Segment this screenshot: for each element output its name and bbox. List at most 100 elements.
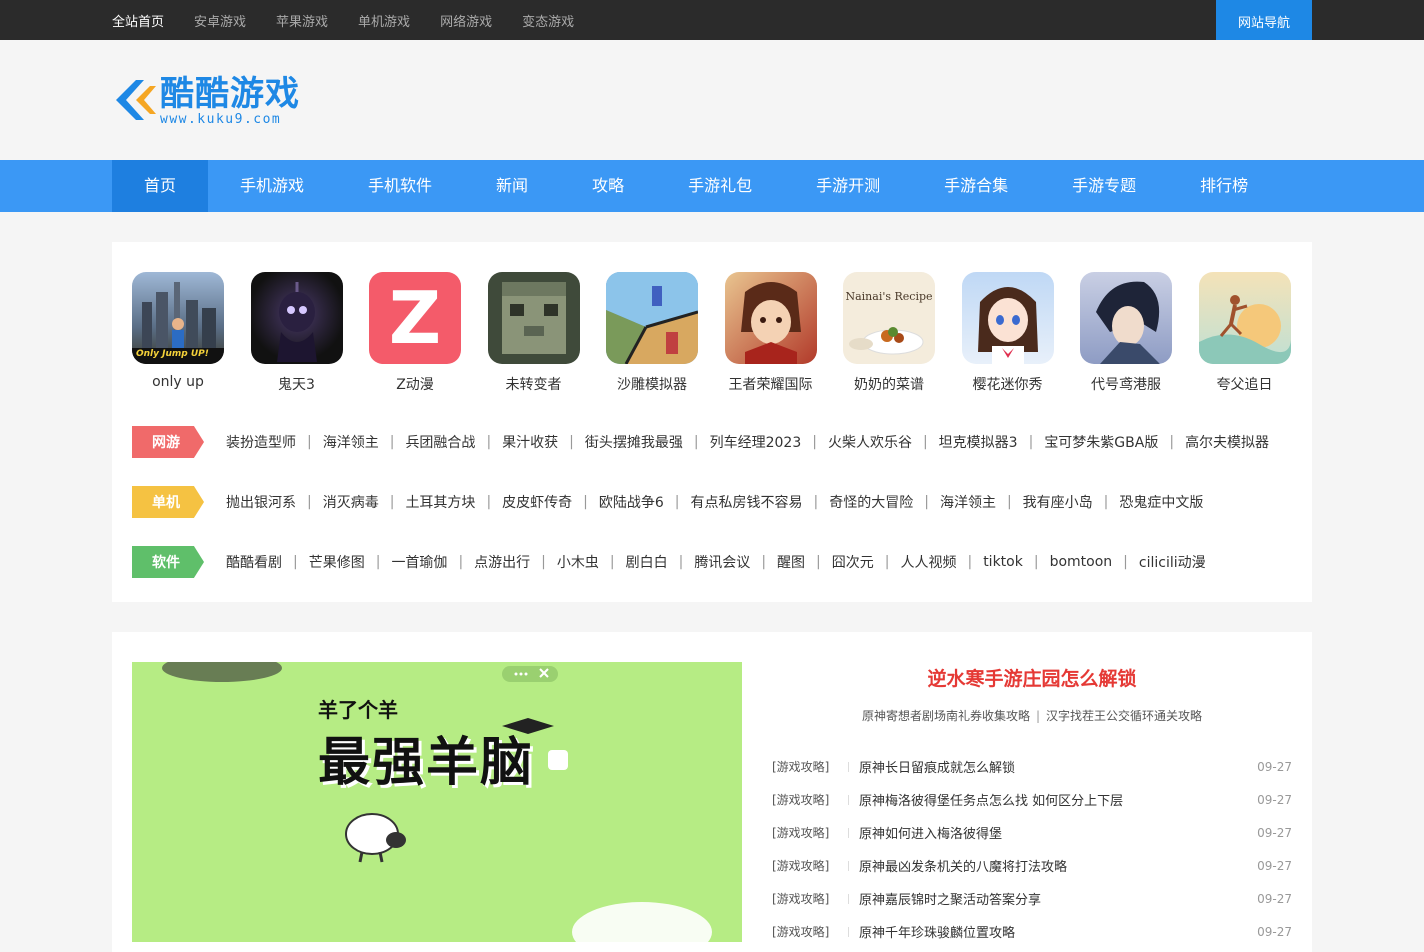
news-item[interactable]: [游戏攻略] 原神长日留痕成就怎么解锁 09-27 [772, 750, 1292, 783]
software-link[interactable]: 一首瑜伽 [391, 552, 447, 572]
top-link-home[interactable]: 全站首页 [112, 11, 164, 30]
app-item[interactable]: 王者荣耀国际 [724, 272, 844, 394]
game-link[interactable]: 果汁收获 [502, 432, 558, 452]
news-title[interactable]: 原神最凶发条机关的八魔将打法攻略 [859, 856, 1257, 875]
software-link-highlight[interactable]: tiktok [983, 554, 1023, 570]
news-item[interactable]: [游戏攻略] 原神嘉辰锦时之聚活动答案分享 09-27 [772, 882, 1292, 915]
app-item[interactable]: 樱花迷你秀 [961, 272, 1081, 394]
featured-apps-panel: Only Jump UP! only up 鬼天3 Z Z动漫 未转变者 沙雕模… [112, 242, 1312, 602]
news-category[interactable]: [游戏攻略] [772, 857, 842, 874]
software-link-highlight[interactable]: 小木虫 [557, 552, 599, 572]
only-up-icon: Only Jump UP! [132, 272, 224, 364]
software-link[interactable]: 点游出行 [474, 552, 530, 572]
news-item[interactable]: [游戏攻略] 原神最凶发条机关的八魔将打法攻略 09-27 [772, 849, 1292, 882]
news-headline[interactable]: 逆水寒手游庄园怎么解锁 [772, 664, 1292, 691]
game-link[interactable]: 欧陆战争6 [599, 492, 664, 512]
game-link-highlight[interactable]: 消灭病毒 [323, 492, 379, 512]
software-link-highlight[interactable]: 剧白白 [626, 552, 668, 572]
software-link[interactable]: 人人视频 [900, 552, 956, 572]
featured-banner[interactable]: 羊了个羊 最强羊脑 [132, 662, 742, 942]
nav-mobile-software[interactable]: 手机软件 [336, 160, 464, 212]
news-category[interactable]: [游戏攻略] [772, 824, 842, 841]
top-link-android[interactable]: 安卓游戏 [194, 11, 246, 30]
unturned-icon [487, 272, 580, 364]
game-link-highlight[interactable]: 宝可梦朱紫GBA版 [1044, 432, 1158, 452]
app-item[interactable]: 未转变者 [487, 272, 607, 394]
news-title[interactable]: 原神梅洛彼得堡任务点怎么找 如何区分上下层 [859, 790, 1257, 809]
software-link[interactable]: 醒图 [777, 552, 805, 572]
software-link[interactable]: 腾讯会议 [694, 552, 750, 572]
app-name: 代号鸢港服 [1091, 377, 1161, 393]
app-name: 奶奶的菜谱 [854, 377, 924, 393]
top-link-bt[interactable]: 变态游戏 [522, 11, 574, 30]
nav-beta[interactable]: 手游开测 [784, 160, 912, 212]
game-link[interactable]: 装扮造型师 [226, 432, 296, 452]
nav-collections[interactable]: 手游合集 [912, 160, 1040, 212]
news-title[interactable]: 原神嘉辰锦时之聚活动答案分享 [859, 889, 1257, 908]
nav-gifts[interactable]: 手游礼包 [656, 160, 784, 212]
news-item[interactable]: [游戏攻略] 原神千年珍珠骏麟位置攻略 09-27 [772, 915, 1292, 948]
nav-mobile-games[interactable]: 手机游戏 [208, 160, 336, 212]
top-link-single[interactable]: 单机游戏 [358, 11, 410, 30]
game-link[interactable]: 抛出银河系 [226, 492, 296, 512]
app-item[interactable]: 夸父追日 [1198, 272, 1318, 394]
game-link[interactable]: 兵团融合战 [405, 432, 475, 452]
game-link[interactable]: 皮皮虾传奇 [502, 492, 572, 512]
news-item[interactable]: [游戏攻略] 原神梅洛彼得堡任务点怎么找 如何区分上下层 09-27 [772, 783, 1292, 816]
news-title[interactable]: 原神长日留痕成就怎么解锁 [859, 757, 1257, 776]
sandbox-simulator-icon [606, 272, 698, 364]
software-link[interactable]: cilicili动漫 [1139, 552, 1206, 572]
app-item[interactable]: 鬼天3 [250, 272, 370, 394]
news-category[interactable]: [游戏攻略] [772, 758, 842, 775]
nav-guides[interactable]: 攻略 [560, 160, 656, 212]
top-link-online[interactable]: 网络游戏 [440, 11, 492, 30]
game-link-highlight[interactable]: 恐鬼症中文版 [1119, 492, 1203, 512]
news-category[interactable]: [游戏攻略] [772, 791, 842, 808]
app-item[interactable]: Nainai's Recipe 奶奶的菜谱 [843, 272, 962, 394]
game-link-highlight[interactable]: 列车经理2023 [710, 432, 802, 452]
game-link[interactable]: 海洋领主 [940, 492, 996, 512]
game-link-highlight[interactable]: 火柴人欢乐谷 [828, 432, 912, 452]
software-link[interactable]: 酷酷看剧 [226, 552, 282, 572]
app-item[interactable]: Only Jump UP! only up [132, 272, 251, 394]
single-games-tag[interactable]: 单机 [132, 486, 204, 518]
app-name: 王者荣耀国际 [728, 377, 813, 393]
news-category[interactable]: [游戏攻略] [772, 923, 842, 940]
nav-news[interactable]: 新闻 [464, 160, 560, 212]
site-logo[interactable]: 酷酷游戏 www.kuku9.com [112, 72, 300, 128]
logo-chevron-icon [112, 72, 156, 128]
software-link[interactable]: 囧次元 [832, 552, 874, 572]
game-link[interactable]: 奇怪的大冒险 [829, 492, 913, 512]
news-sub-link[interactable]: 原神寄想者剧场南礼券收集攻略 [862, 709, 1030, 723]
software-link[interactable]: 芒果修图 [309, 552, 365, 572]
news-sub-link[interactable]: 汉字找茬王公交循环通关攻略 [1046, 709, 1202, 723]
game-link[interactable]: 海洋领主 [323, 432, 379, 452]
app-item[interactable]: 代号鸢港服 [1080, 272, 1199, 394]
software-link[interactable]: bomtoon [1050, 554, 1113, 570]
game-link[interactable]: 高尔夫模拟器 [1185, 432, 1269, 452]
app-name: 未转变者 [505, 377, 562, 393]
game-link-highlight[interactable]: 有点私房钱不容易 [691, 492, 803, 512]
top-link-apple[interactable]: 苹果游戏 [276, 11, 328, 30]
game-link[interactable]: 坦克模拟器3 [939, 432, 1018, 452]
nav-rankings[interactable]: 排行榜 [1168, 160, 1280, 212]
news-item[interactable]: [游戏攻略] 原神如何进入梅洛彼得堡 09-27 [772, 816, 1292, 849]
nainai-recipe-icon: Nainai's Recipe [843, 272, 935, 364]
game-link[interactable]: 街头摆摊我最强 [585, 432, 683, 452]
app-item[interactable]: Z Z动漫 [369, 272, 488, 394]
game-link[interactable]: 我有座小岛 [1023, 492, 1093, 512]
news-category[interactable]: [游戏攻略] [772, 890, 842, 907]
online-games-tag[interactable]: 网游 [132, 426, 204, 458]
nav-home[interactable]: 首页 [112, 160, 209, 212]
game-link[interactable]: 土耳其方块 [405, 492, 475, 512]
news-title[interactable]: 原神如何进入梅洛彼得堡 [859, 823, 1257, 842]
news-date: 09-27 [1257, 825, 1292, 840]
nav-topics[interactable]: 手游专题 [1040, 160, 1168, 212]
software-tag[interactable]: 软件 [132, 546, 204, 578]
news-title[interactable]: 原神千年珍珠骏麟位置攻略 [859, 922, 1257, 941]
site-nav-button[interactable]: 网站导航 [1216, 0, 1312, 43]
news-sub-links: 原神寄想者剧场南礼券收集攻略 | 汉字找茬王公交循环通关攻略 [861, 709, 1203, 723]
app-item[interactable]: 沙雕模拟器 [606, 272, 725, 394]
app-name: 樱花迷你秀 [972, 377, 1043, 393]
news-date: 09-27 [1257, 792, 1292, 807]
